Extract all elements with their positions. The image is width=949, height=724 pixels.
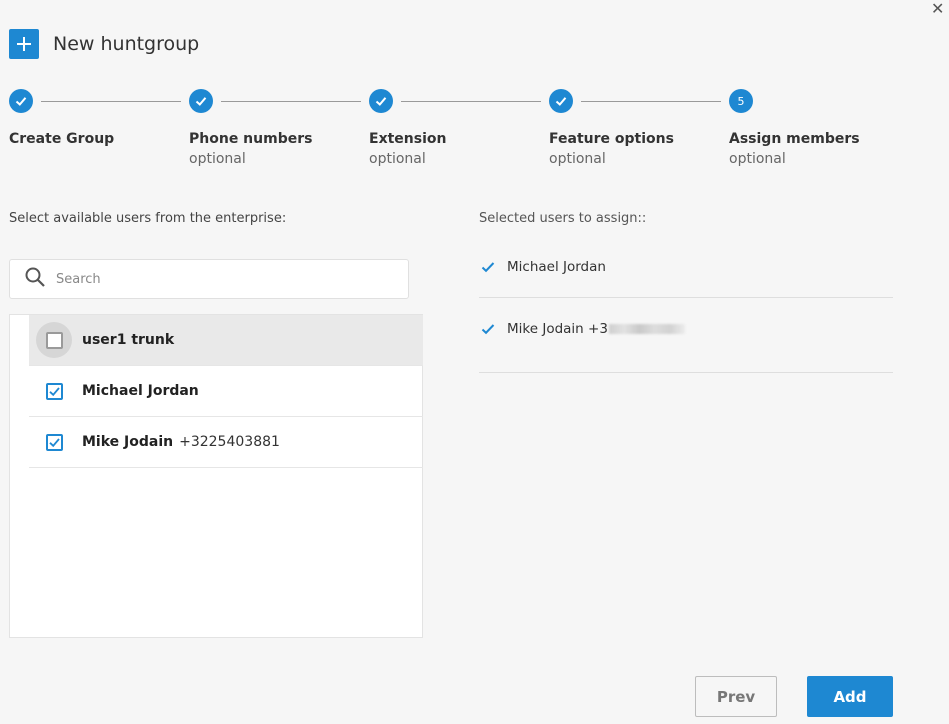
prev-button[interactable]: Prev bbox=[695, 676, 777, 717]
user-name: Michael Jordan bbox=[82, 383, 199, 399]
list-item[interactable]: user1 trunk bbox=[29, 315, 423, 366]
check-icon bbox=[481, 324, 495, 335]
step-1-title: Create Group bbox=[9, 131, 115, 147]
step-connector bbox=[221, 101, 361, 102]
selected-user-item: Michael Jordan bbox=[479, 236, 893, 298]
step-4-title: Feature options bbox=[549, 131, 674, 147]
selected-user-item: Mike Jodain +3 bbox=[479, 298, 893, 373]
checkbox[interactable] bbox=[45, 382, 63, 400]
step-3-check-icon bbox=[369, 89, 393, 113]
add-button[interactable]: Add bbox=[807, 676, 893, 717]
close-icon[interactable]: ✕ bbox=[931, 1, 944, 17]
stepper: Create Group Phone numbers optional Exte… bbox=[9, 89, 909, 179]
step-5-number: 5 bbox=[729, 89, 753, 113]
user-name: user1 trunk bbox=[82, 332, 175, 348]
step-connector bbox=[41, 101, 181, 102]
step-2-check-icon bbox=[189, 89, 213, 113]
selected-user-name: Michael Jordan bbox=[507, 258, 606, 275]
step-2-subtitle: optional bbox=[189, 151, 246, 167]
list-item[interactable]: Mike Jodain +3225403881 bbox=[29, 417, 423, 468]
selected-user-name: Mike Jodain +3 bbox=[507, 321, 608, 337]
dialog-header: New huntgroup bbox=[9, 29, 199, 59]
search-box[interactable] bbox=[9, 259, 409, 299]
plus-icon[interactable] bbox=[9, 29, 39, 59]
step-3-title: Extension bbox=[369, 131, 447, 147]
user-name: Mike Jodain bbox=[82, 434, 174, 450]
step-5-title: Assign members bbox=[729, 131, 860, 147]
step-3-subtitle: optional bbox=[369, 151, 426, 167]
step-connector bbox=[581, 101, 721, 102]
checkbox-ripple bbox=[36, 322, 72, 358]
selected-users-label: Selected users to assign:: bbox=[479, 211, 647, 226]
available-users-list: user1 trunk Michael Jordan Mike Jodain +… bbox=[9, 314, 423, 638]
step-connector bbox=[401, 101, 541, 102]
search-input[interactable] bbox=[56, 271, 376, 287]
step-4-subtitle: optional bbox=[549, 151, 606, 167]
check-icon bbox=[481, 261, 495, 272]
check-icon bbox=[48, 437, 60, 447]
dialog-title: New huntgroup bbox=[53, 33, 200, 55]
list-item[interactable]: Michael Jordan bbox=[29, 366, 423, 417]
step-1-check-icon bbox=[9, 89, 33, 113]
check-icon bbox=[48, 386, 60, 396]
search-icon bbox=[24, 266, 46, 292]
step-4-check-icon bbox=[549, 89, 573, 113]
step-2-title: Phone numbers bbox=[189, 131, 313, 147]
checkbox[interactable] bbox=[45, 433, 63, 451]
user-number: +3225403881 bbox=[179, 434, 280, 450]
available-users-label: Select available users from the enterpri… bbox=[9, 211, 287, 226]
step-5-subtitle: optional bbox=[729, 151, 786, 167]
redacted-number bbox=[608, 324, 685, 334]
checkbox[interactable] bbox=[45, 331, 63, 349]
